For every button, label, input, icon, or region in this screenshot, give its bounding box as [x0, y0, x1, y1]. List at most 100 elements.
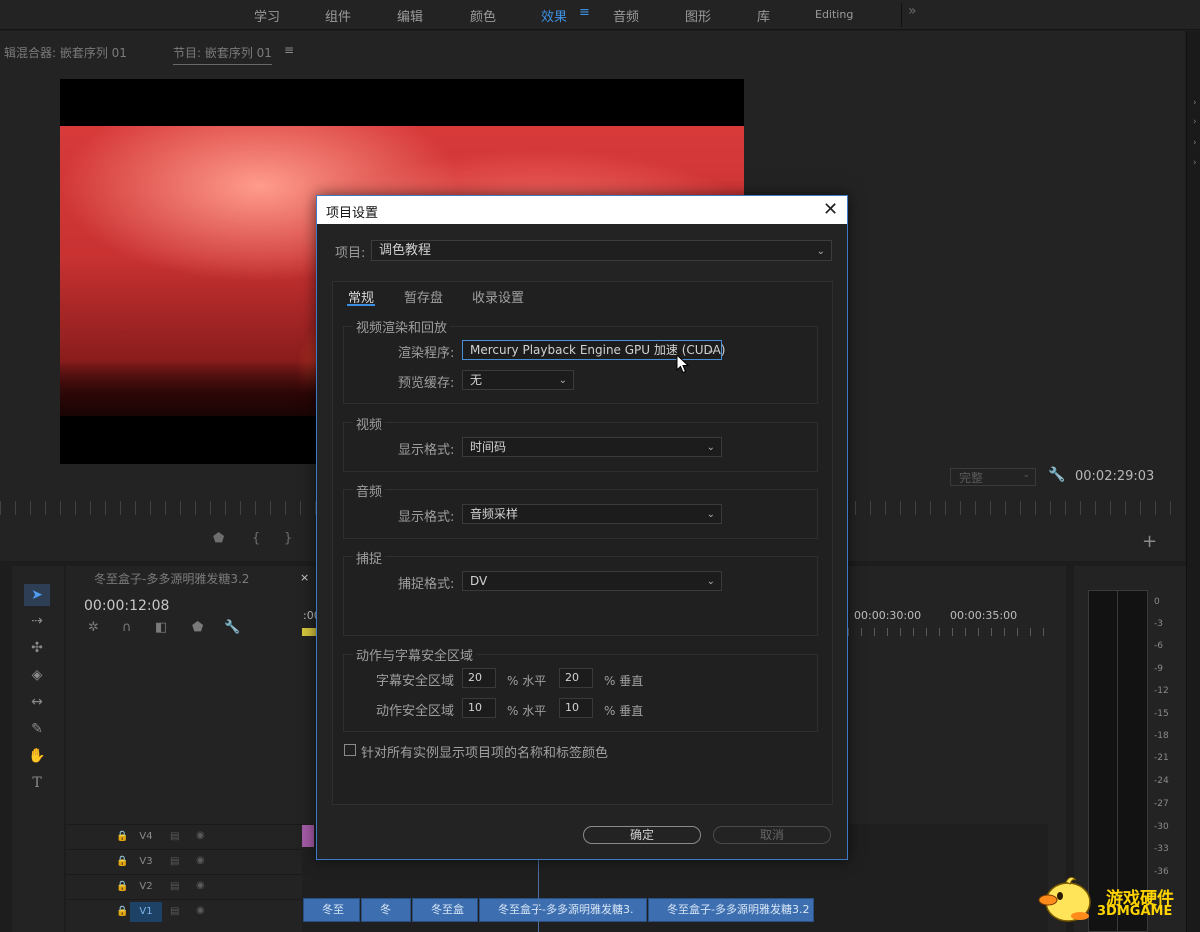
selection-tool-icon[interactable]: ➤	[24, 584, 50, 606]
close-icon[interactable]: ×	[300, 571, 309, 584]
meter-label: -12	[1154, 686, 1169, 696]
track-label[interactable]: V4	[130, 827, 162, 847]
title-safe-horizontal-input[interactable]: 20	[462, 668, 496, 688]
show-label-colors-label[interactable]: 针对所有实例显示项目项的名称和标签颜色	[361, 742, 608, 761]
lock-icon[interactable]: 🔒	[116, 906, 128, 917]
timeline-clip[interactable]: 冬至	[303, 898, 360, 922]
workspace-menu-icon[interactable]: ≡	[579, 5, 590, 20]
project-select-value: 调色教程	[379, 243, 432, 258]
toggle-sync-icon[interactable]: ▤	[170, 906, 179, 917]
preview-cache-value: 无	[470, 373, 483, 387]
workspace-tab-libraries[interactable]: 库	[757, 6, 770, 25]
chevron-right-icon[interactable]: ›	[1193, 117, 1197, 127]
toggle-sync-icon[interactable]: ▤	[170, 856, 179, 867]
tab-program-monitor[interactable]: 节目: 嵌套序列 01	[173, 44, 272, 65]
track-label[interactable]: V2	[130, 877, 162, 897]
renderer-label: 渲染程序:	[398, 346, 455, 361]
cancel-button[interactable]: 取消	[713, 826, 831, 844]
active-tab-indicator	[347, 304, 375, 306]
playback-resolution-select[interactable]: 完整 ⌄	[950, 468, 1036, 486]
mark-out-icon[interactable]: }	[284, 531, 292, 546]
marker-icon[interactable]: ⬟	[213, 531, 224, 546]
project-select[interactable]: 调色教程 ⌄	[371, 240, 832, 261]
workspace-tab-editing[interactable]: 编辑	[397, 6, 423, 25]
work-area-bar[interactable]	[302, 628, 316, 636]
track-select-tool-icon[interactable]: ⇢	[24, 610, 50, 632]
preview-cache-label: 预览缓存:	[398, 376, 455, 391]
chevron-down-icon: ⌄	[706, 576, 715, 587]
workspace-tab-learn[interactable]: 学习	[254, 6, 280, 25]
meter-label: -27	[1154, 799, 1169, 809]
lock-icon[interactable]: 🔒	[116, 881, 128, 892]
tab-sequence[interactable]: 冬至盒子-多多源明雅发糖3.2	[94, 570, 249, 587]
meter-label: -6	[1154, 641, 1163, 651]
action-safe-horizontal-input[interactable]: 10	[462, 698, 496, 718]
chevron-double-right-icon[interactable]: »	[901, 3, 923, 27]
capture-format-select[interactable]: DV ⌄	[462, 571, 722, 591]
clip-graphic[interactable]	[302, 825, 314, 847]
add-button-icon[interactable]: +	[1142, 531, 1157, 552]
wrench-icon[interactable]: 🔧	[1048, 467, 1065, 483]
meter-label: 0	[1154, 597, 1160, 607]
tab-ingest-settings[interactable]: 收录设置	[472, 287, 524, 306]
linked-selection-icon[interactable]: ∩	[122, 620, 132, 635]
chevron-down-icon: ⌄	[706, 345, 715, 356]
tab-audio-mixer[interactable]: 辑混合器: 嵌套序列 01	[4, 44, 127, 61]
chevron-right-icon[interactable]: ›	[1193, 98, 1197, 108]
chevron-right-icon[interactable]: ›	[1193, 158, 1197, 168]
eye-icon[interactable]: ◉	[196, 905, 205, 916]
group-title: 视频渲染和回放	[353, 317, 451, 336]
ok-button[interactable]: 确定	[583, 826, 701, 844]
close-icon[interactable]: ✕	[823, 199, 838, 220]
workspace-tab-assembly[interactable]: 组件	[325, 6, 351, 25]
lock-icon[interactable]: 🔒	[116, 856, 128, 867]
mouse-cursor-icon	[676, 354, 690, 374]
meter-label: -24	[1154, 776, 1169, 786]
lock-icon[interactable]: 🔒	[116, 831, 128, 842]
dialog-titlebar[interactable]: 项目设置 ✕	[317, 196, 847, 224]
mark-in-icon[interactable]: {	[252, 531, 260, 546]
video-format-select[interactable]: 时间码 ⌄	[462, 437, 722, 457]
workspace-tab-graphics[interactable]: 图形	[685, 6, 711, 25]
track-header-v4: 🔒 V4 ▤ ◉	[66, 824, 302, 848]
title-safe-vertical-input[interactable]: 20	[559, 668, 593, 688]
toggle-sync-icon[interactable]: ▤	[170, 881, 179, 892]
eye-icon[interactable]: ◉	[196, 880, 205, 891]
wrench-icon[interactable]: 🔧	[224, 620, 240, 635]
eye-icon[interactable]: ◉	[196, 830, 205, 841]
track-label[interactable]: V3	[130, 852, 162, 872]
workspace-bar: 学习 组件 编辑 颜色 效果 ≡ 音频 图形 库 Editing »	[0, 0, 1200, 30]
pen-tool-icon[interactable]: ✎	[24, 718, 50, 740]
toggle-sync-icon[interactable]: ▤	[170, 831, 179, 842]
chevron-right-icon[interactable]: ›	[1193, 138, 1197, 148]
type-tool-icon[interactable]: T	[24, 772, 50, 794]
ripple-edit-tool-icon[interactable]: ✣	[24, 637, 50, 659]
tab-scratch-disks[interactable]: 暂存盘	[404, 287, 443, 306]
meter-label: -15	[1154, 709, 1169, 719]
audio-format-select[interactable]: 音频采样 ⌄	[462, 504, 722, 524]
snap-icon[interactable]: ✲	[88, 620, 99, 635]
preview-cache-select[interactable]: 无 ⌄	[462, 370, 574, 390]
timeline-clip[interactable]: 冬	[361, 898, 411, 922]
chevron-down-icon: ⌄	[1022, 470, 1030, 480]
action-safe-vertical-input[interactable]: 10	[559, 698, 593, 718]
razor-tool-icon[interactable]: ◈	[24, 664, 50, 686]
panel-menu-icon[interactable]: ≡	[284, 43, 294, 57]
meter-label: -18	[1154, 731, 1169, 741]
slip-tool-icon[interactable]: ↔	[24, 691, 50, 713]
timeline-clip[interactable]: 冬至盒子-多多源明雅发糖3.	[479, 898, 647, 922]
timeline-clip[interactable]: 冬至盒	[412, 898, 478, 922]
workspace-tab-effects[interactable]: 效果	[541, 6, 567, 25]
workspace-tab-editing-en[interactable]: Editing	[815, 8, 853, 21]
playhead[interactable]	[538, 860, 539, 932]
eye-icon[interactable]: ◉	[196, 855, 205, 866]
track-label[interactable]: V1	[130, 902, 162, 922]
workspace-tab-audio[interactable]: 音频	[613, 6, 639, 25]
workspace-tab-color[interactable]: 颜色	[470, 6, 496, 25]
timeline-clip[interactable]: 冬至盒子-多多源明雅发糖3.2	[648, 898, 814, 922]
marker-icon[interactable]: ⬟	[192, 620, 203, 635]
hand-tool-icon[interactable]: ✋	[24, 745, 50, 767]
timeline-timecode[interactable]: 00:00:12:08	[84, 598, 169, 614]
add-marker-icon[interactable]: ◧	[155, 620, 167, 635]
show-label-colors-checkbox[interactable]	[344, 744, 356, 756]
